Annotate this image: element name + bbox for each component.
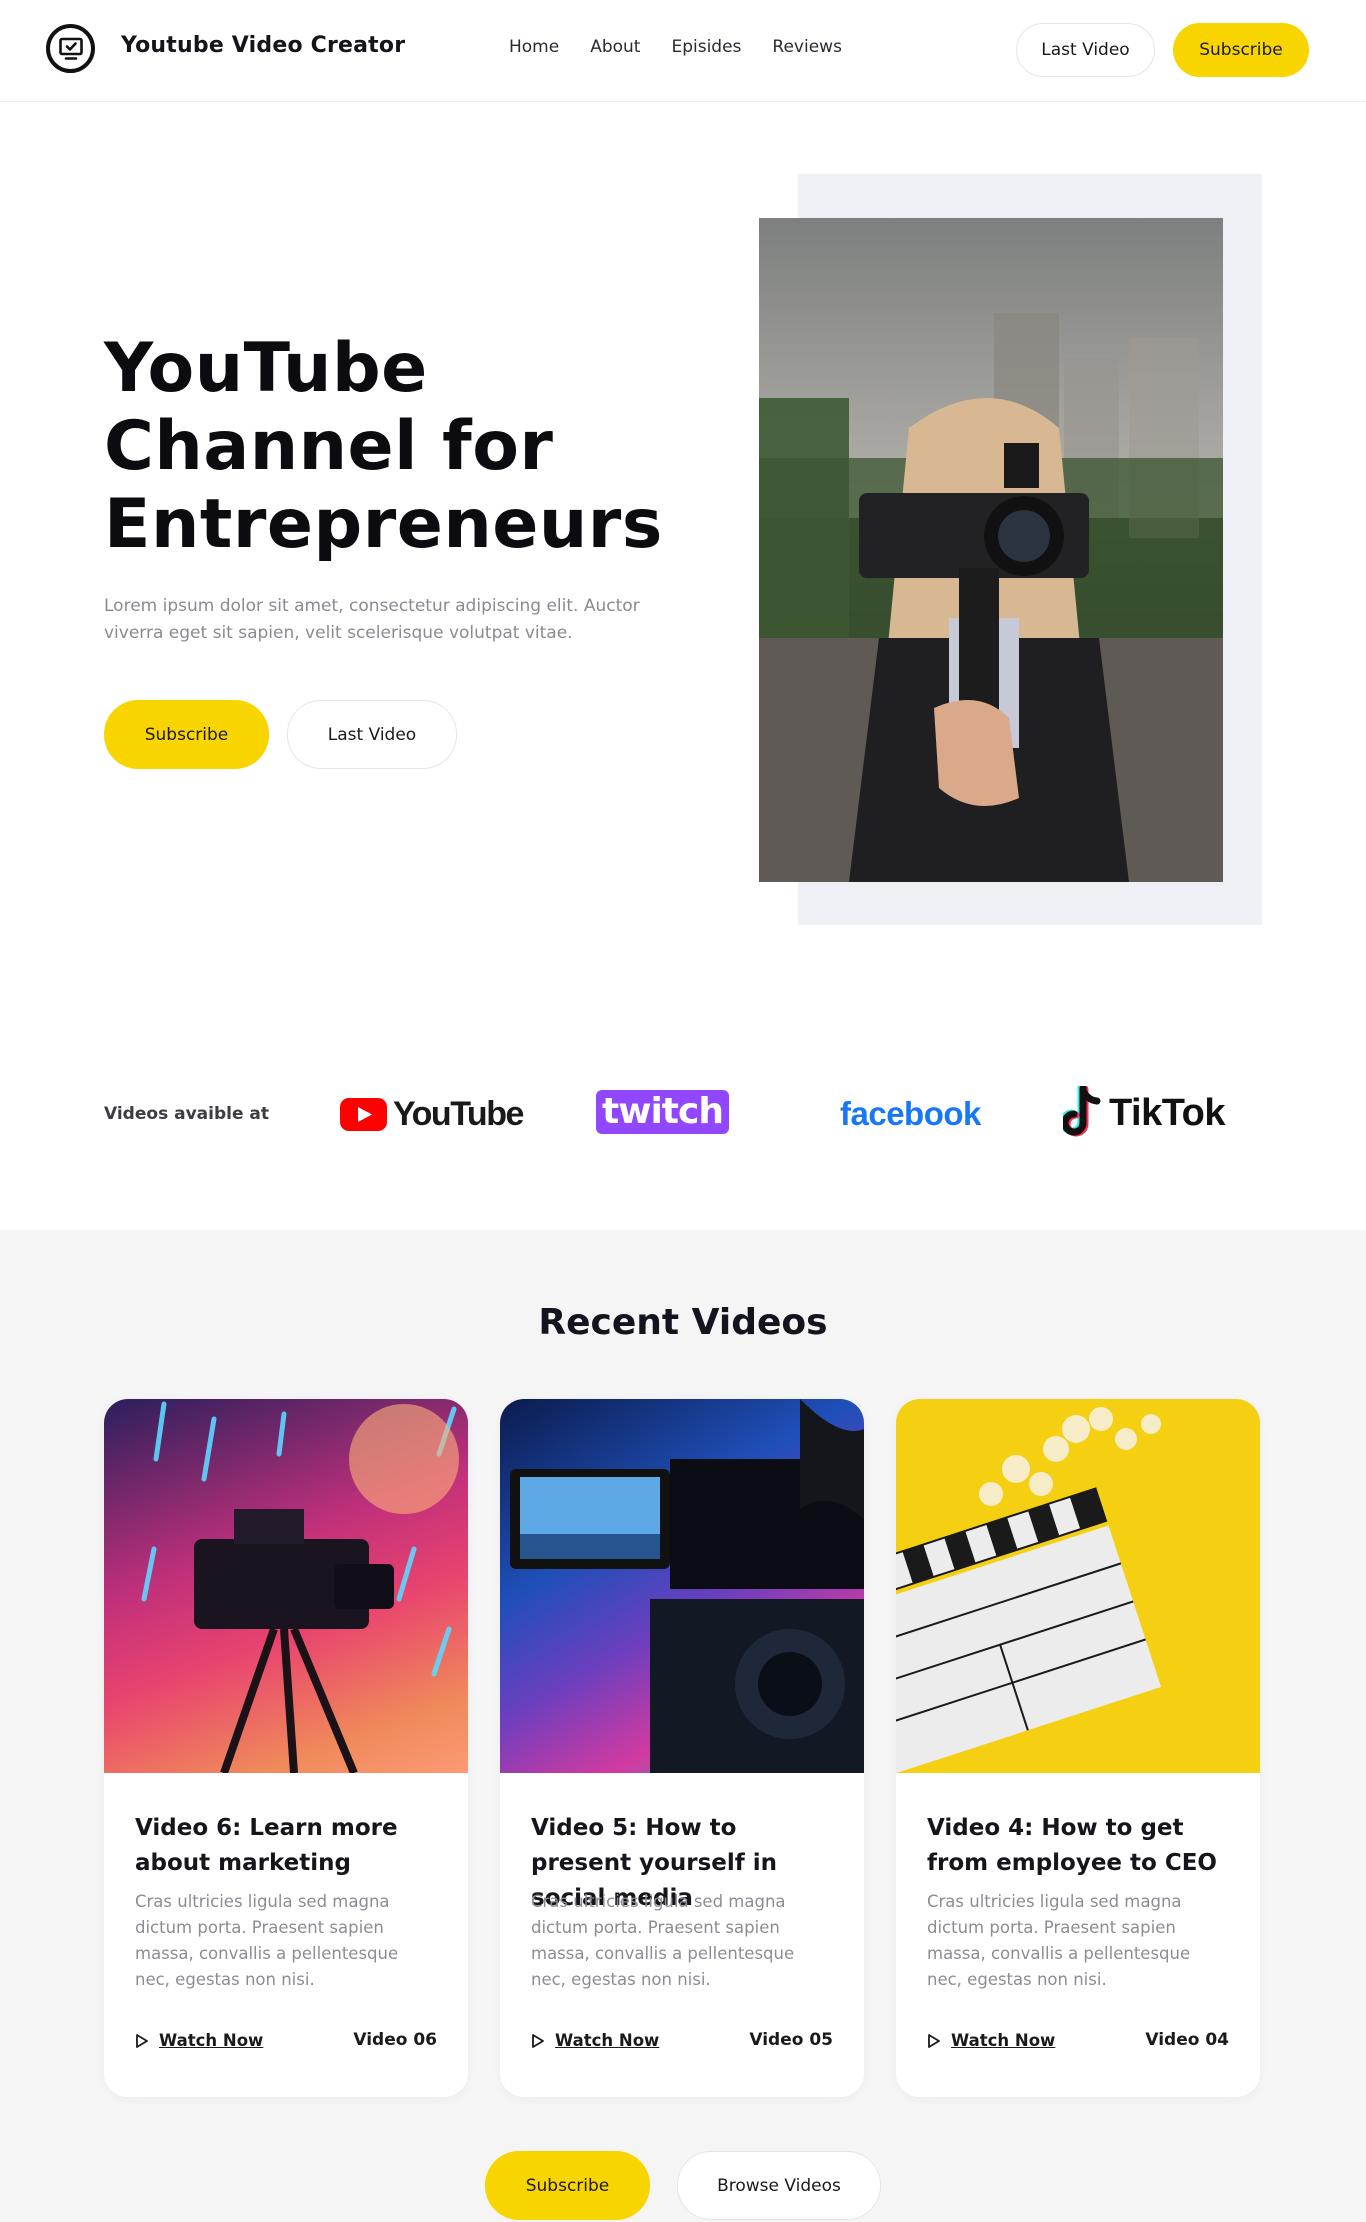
video-number: Video 04 — [1145, 2030, 1229, 2050]
video-card[interactable]: Video 6: Learn more about marketing Cras… — [104, 1399, 468, 2097]
brand-name[interactable]: Youtube Video Creator — [121, 33, 405, 58]
recent-subscribe-button[interactable]: Subscribe — [485, 2151, 650, 2220]
header-subscribe-button[interactable]: Subscribe — [1173, 23, 1309, 77]
tiktok-note-icon — [1063, 1086, 1101, 1137]
twitch-logo[interactable]: twitch — [596, 1090, 729, 1134]
video-card[interactable]: Video 4: How to get from employee to CEO… — [896, 1399, 1260, 2097]
watch-now-link[interactable]: Watch Now — [531, 2031, 659, 2050]
platforms-label: Videos avaible at — [104, 1104, 269, 1124]
video-card[interactable]: Video 5: How to present yourself in soci… — [500, 1399, 864, 2097]
header-last-video-button[interactable]: Last Video — [1016, 23, 1155, 77]
play-outline-icon — [532, 2033, 544, 2048]
tiktok-logo[interactable]: TikTok — [1063, 1086, 1225, 1140]
watch-now-link[interactable]: Watch Now — [135, 2031, 263, 2050]
watch-now-link[interactable]: Watch Now — [927, 2031, 1055, 2050]
nav-episodes[interactable]: Episides — [671, 37, 741, 57]
watch-now-label[interactable]: Watch Now — [555, 2031, 659, 2050]
video-card-description: Cras ultricies ligula sed magna dictum p… — [135, 1892, 399, 1989]
youtube-wordmark: YouTube — [393, 1095, 524, 1133]
twitch-wordmark: twitch — [596, 1090, 729, 1134]
hero-title-line: Entrepreneurs — [104, 485, 663, 564]
tiktok-wordmark: TikTok — [1109, 1091, 1225, 1134]
video-thumbnail-stage-camera[interactable] — [104, 1399, 468, 1773]
site-header: Youtube Video Creator Home About Episide… — [0, 0, 1366, 102]
recent-videos-title: Recent Videos — [538, 1302, 828, 1343]
facebook-logo[interactable]: facebook — [840, 1095, 981, 1133]
video-card-title[interactable]: Video 4: How to get from employee to CEO — [927, 1811, 1237, 1881]
nav-reviews[interactable]: Reviews — [772, 37, 842, 57]
video-card-description: Cras ultricies ligula sed magna dictum p… — [531, 1892, 795, 1989]
hero-description: Lorem ipsum dolor sit amet, consectetur … — [104, 596, 640, 643]
play-outline-icon — [136, 2033, 148, 2048]
hero-title-line: YouTube — [104, 329, 428, 408]
hero-title: YouTube Channel for Entrepreneurs — [104, 330, 663, 564]
hero-title-line: Channel for — [104, 407, 554, 486]
video-thumbnail-clapperboard-popcorn[interactable] — [896, 1399, 1260, 1773]
watch-now-label[interactable]: Watch Now — [951, 2031, 1055, 2050]
browse-videos-button[interactable]: Browse Videos — [677, 2151, 881, 2220]
nav-about[interactable]: About — [590, 37, 640, 57]
monitor-check-icon[interactable] — [46, 24, 95, 73]
video-card-description: Cras ultricies ligula sed magna dictum p… — [927, 1892, 1191, 1989]
youtube-logo[interactable]: YouTube — [340, 1095, 524, 1134]
main-nav: Home About Episides Reviews — [509, 37, 842, 57]
youtube-play-icon — [340, 1098, 387, 1131]
facebook-wordmark: facebook — [840, 1095, 981, 1132]
hero-last-video-button[interactable]: Last Video — [287, 700, 457, 769]
hero-photo-woman-with-camera — [759, 218, 1223, 882]
play-outline-icon — [928, 2033, 940, 2048]
watch-now-label[interactable]: Watch Now — [159, 2031, 263, 2050]
video-number: Video 05 — [749, 2030, 833, 2050]
video-number: Video 06 — [353, 2030, 437, 2050]
video-thumbnail-camera-viewfinder[interactable] — [500, 1399, 864, 1773]
hero-subscribe-button[interactable]: Subscribe — [104, 700, 269, 769]
nav-home[interactable]: Home — [509, 37, 559, 57]
video-card-title[interactable]: Video 6: Learn more about marketing — [135, 1811, 445, 1881]
